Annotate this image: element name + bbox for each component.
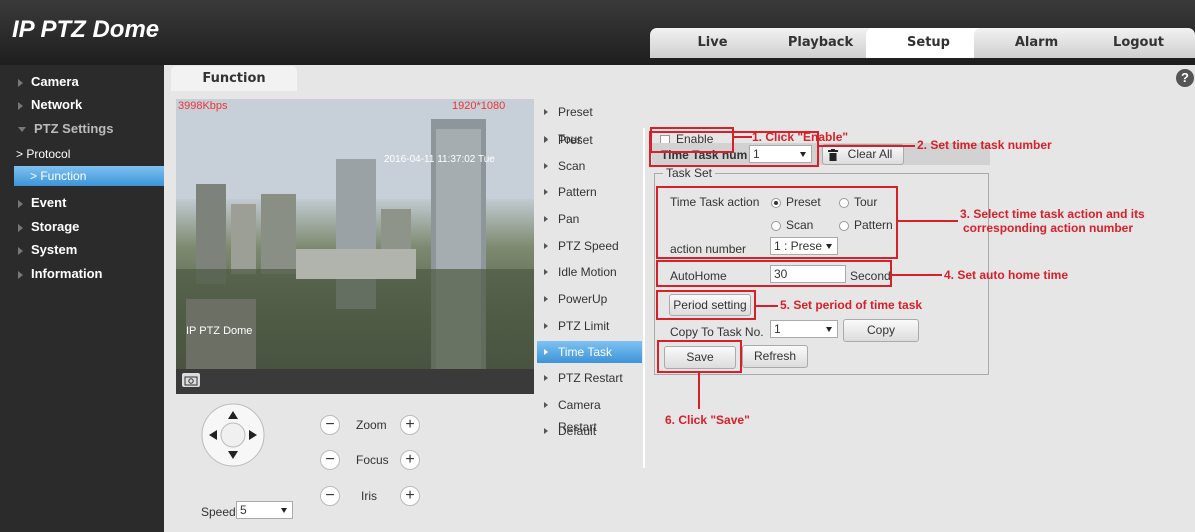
tab-playback[interactable]: Playback xyxy=(758,28,883,58)
menu-item-scan[interactable]: Scan xyxy=(537,155,642,177)
expand-triangle-icon xyxy=(18,78,23,87)
sidebar-item-storage[interactable]: Storage xyxy=(18,219,79,234)
highlight-save xyxy=(657,340,742,373)
highlight-autohome xyxy=(656,260,892,287)
annotation-line-4 xyxy=(892,274,942,276)
expand-triangle-icon xyxy=(18,246,23,255)
help-icon[interactable]: ? xyxy=(1176,69,1194,87)
menu-item-camera-restart[interactable]: Camera Restart xyxy=(537,394,642,434)
sidebar-item-ptz-settings[interactable]: PTZ Settings xyxy=(18,121,113,136)
annotation-line-2 xyxy=(819,145,915,147)
menu-item-ptz-limit[interactable]: PTZ Limit xyxy=(537,315,642,337)
annotation-line-5 xyxy=(756,305,778,307)
speed-label: Speed xyxy=(201,505,236,519)
menu-item-preset[interactable]: Preset xyxy=(537,101,642,123)
iris-label: Iris xyxy=(361,489,377,503)
channel-title: IP PTZ Dome xyxy=(186,325,253,337)
chevron-down-icon xyxy=(281,508,287,513)
refresh-button[interactable]: Refresh xyxy=(742,345,808,368)
menu-item-ptz-speed[interactable]: PTZ Speed xyxy=(537,235,642,257)
annotation-line-3 xyxy=(898,220,958,222)
zoom-out-button[interactable]: − xyxy=(320,415,340,435)
tab-logout[interactable]: Logout xyxy=(1082,28,1195,58)
sidebar-item-information[interactable]: Information xyxy=(18,266,103,281)
speed-select[interactable]: 5 xyxy=(236,501,293,519)
direction-pad[interactable] xyxy=(200,402,266,468)
annotation-3-line2: corresponding action number xyxy=(963,221,1134,235)
tab-alarm[interactable]: Alarm xyxy=(974,28,1099,58)
menu-item-tour[interactable]: Tour xyxy=(537,128,642,150)
video-preview: 3998Kbps 1920*1080 2016-04-11 11:37:02 T… xyxy=(176,99,534,369)
annotation-line-6 xyxy=(698,373,700,409)
annotation-6: 6. Click "Save" xyxy=(665,413,750,427)
highlight-task-action xyxy=(656,186,898,259)
menu-item-time-task[interactable]: Time Task xyxy=(537,341,642,363)
collapse-triangle-icon xyxy=(18,127,26,133)
bitrate-readout: 3998Kbps xyxy=(178,100,228,112)
expand-triangle-icon xyxy=(18,101,23,110)
copy-button[interactable]: Copy xyxy=(843,319,919,342)
sidebar-item-event[interactable]: Event xyxy=(18,195,66,210)
tab-live[interactable]: Live xyxy=(650,28,775,58)
copy-to-select[interactable]: 1 xyxy=(770,320,838,338)
focus-near-button[interactable]: − xyxy=(320,450,340,470)
zoom-label: Zoom xyxy=(356,418,387,432)
copy-to-label: Copy To Task No. xyxy=(670,325,764,339)
menu-divider xyxy=(643,128,645,468)
resolution-readout: 1920*1080 xyxy=(452,100,506,112)
expand-triangle-icon xyxy=(18,223,23,232)
sidebar-item-system[interactable]: System xyxy=(18,242,77,257)
menu-item-default[interactable]: Default xyxy=(537,420,642,442)
annotation-line-1 xyxy=(734,136,752,138)
tab-function[interactable]: Function xyxy=(171,66,297,91)
iris-open-button[interactable]: + xyxy=(400,486,420,506)
menu-item-pattern[interactable]: Pattern xyxy=(537,181,642,203)
video-toolbar xyxy=(176,369,534,394)
annotation-5: 5. Set period of time task xyxy=(780,298,923,312)
chevron-down-icon xyxy=(826,327,832,332)
sidebar-item-camera[interactable]: Camera xyxy=(18,74,79,89)
expand-triangle-icon xyxy=(18,199,23,208)
annotation-3-line1: 3. Select time task action and its xyxy=(960,207,1145,221)
menu-item-powerup[interactable]: PowerUp xyxy=(537,288,642,310)
menu-item-idle-motion[interactable]: Idle Motion xyxy=(537,261,642,283)
sidebar: Camera Network PTZ Settings > Protocol E… xyxy=(0,65,164,532)
annotation-1: 1. Click "Enable" xyxy=(752,130,849,144)
menu-item-ptz-restart[interactable]: PTZ Restart xyxy=(537,367,642,389)
annotation-2: 2. Set time task number xyxy=(917,138,1052,152)
sidebar-subitem-function[interactable]: > Function xyxy=(14,166,164,186)
menu-item-pan[interactable]: Pan xyxy=(537,208,642,230)
focus-far-button[interactable]: + xyxy=(400,450,420,470)
sidebar-item-network[interactable]: Network xyxy=(18,97,82,112)
clear-all-button[interactable]: Clear All xyxy=(822,144,904,165)
sidebar-subitem-protocol[interactable]: > Protocol xyxy=(16,147,70,161)
focus-label: Focus xyxy=(356,453,389,467)
tab-setup[interactable]: Setup xyxy=(866,28,991,58)
snapshot-icon[interactable] xyxy=(182,373,200,387)
video-timestamp: 2016-04-11 11:37:02 Tue xyxy=(384,154,495,165)
highlight-period xyxy=(656,290,756,320)
iris-close-button[interactable]: − xyxy=(320,486,340,506)
task-set-legend: Task Set xyxy=(663,166,716,180)
brand-logo: IP PTZ Dome xyxy=(12,16,160,43)
trash-icon xyxy=(828,149,838,161)
zoom-in-button[interactable]: + xyxy=(400,415,420,435)
expand-triangle-icon xyxy=(18,270,23,279)
annotation-4: 4. Set auto home time xyxy=(944,268,1069,282)
